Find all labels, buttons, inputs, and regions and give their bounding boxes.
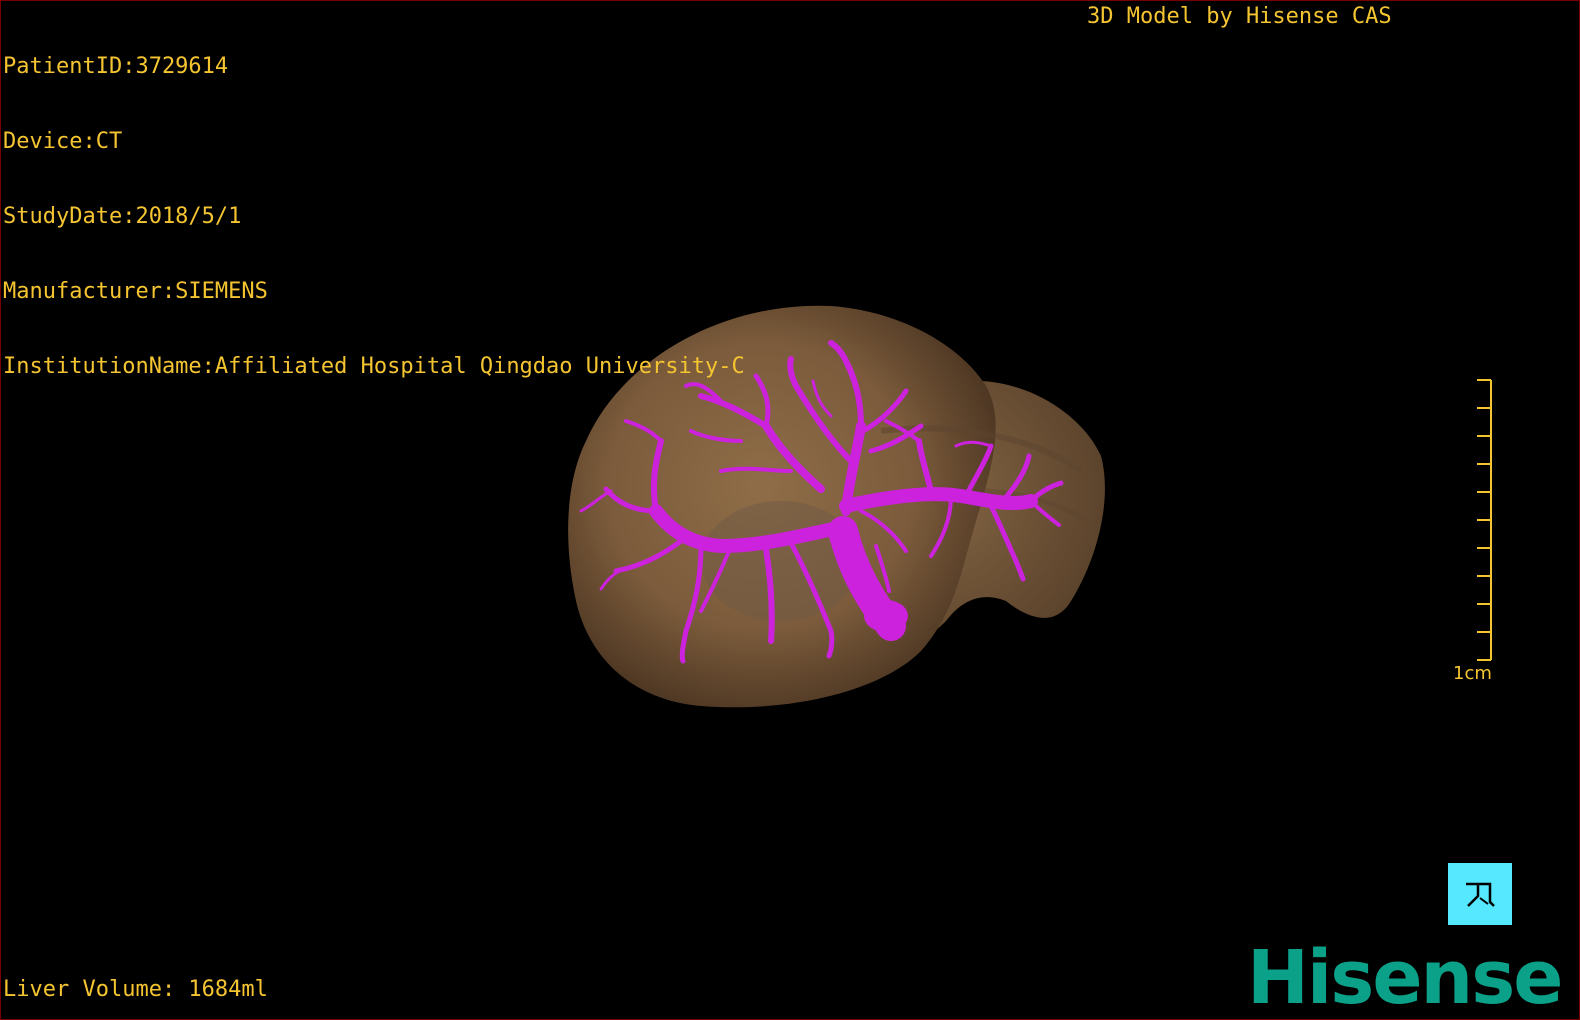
patient-info-block: PatientID:3729614 Device:CT StudyDate:20… xyxy=(3,4,745,429)
3d-viewport[interactable]: PatientID:3729614 Device:CT StudyDate:20… xyxy=(0,0,1580,1020)
liver-volume-label: Liver Volume: 1684ml xyxy=(3,977,268,1002)
institution-text: InstitutionName:Affiliated Hospital Qing… xyxy=(3,354,745,379)
scale-label: 1cm xyxy=(1453,663,1492,684)
patient-id-text: PatientID:3729614 xyxy=(3,54,229,79)
manufacturer-text: Manufacturer:SIEMENS xyxy=(3,279,268,304)
orientation-cube-icon[interactable] xyxy=(1448,863,1512,925)
device-text: Device:CT xyxy=(3,129,123,154)
model-brand-label: 3D Model by Hisense CAS xyxy=(1087,4,1392,29)
scale-bar-icon xyxy=(1477,379,1492,661)
study-date-text: StudyDate:2018/5/1 xyxy=(3,204,242,229)
hisense-logo: Hisense xyxy=(1247,935,1563,1020)
orientation-glyph-icon xyxy=(1466,882,1495,907)
